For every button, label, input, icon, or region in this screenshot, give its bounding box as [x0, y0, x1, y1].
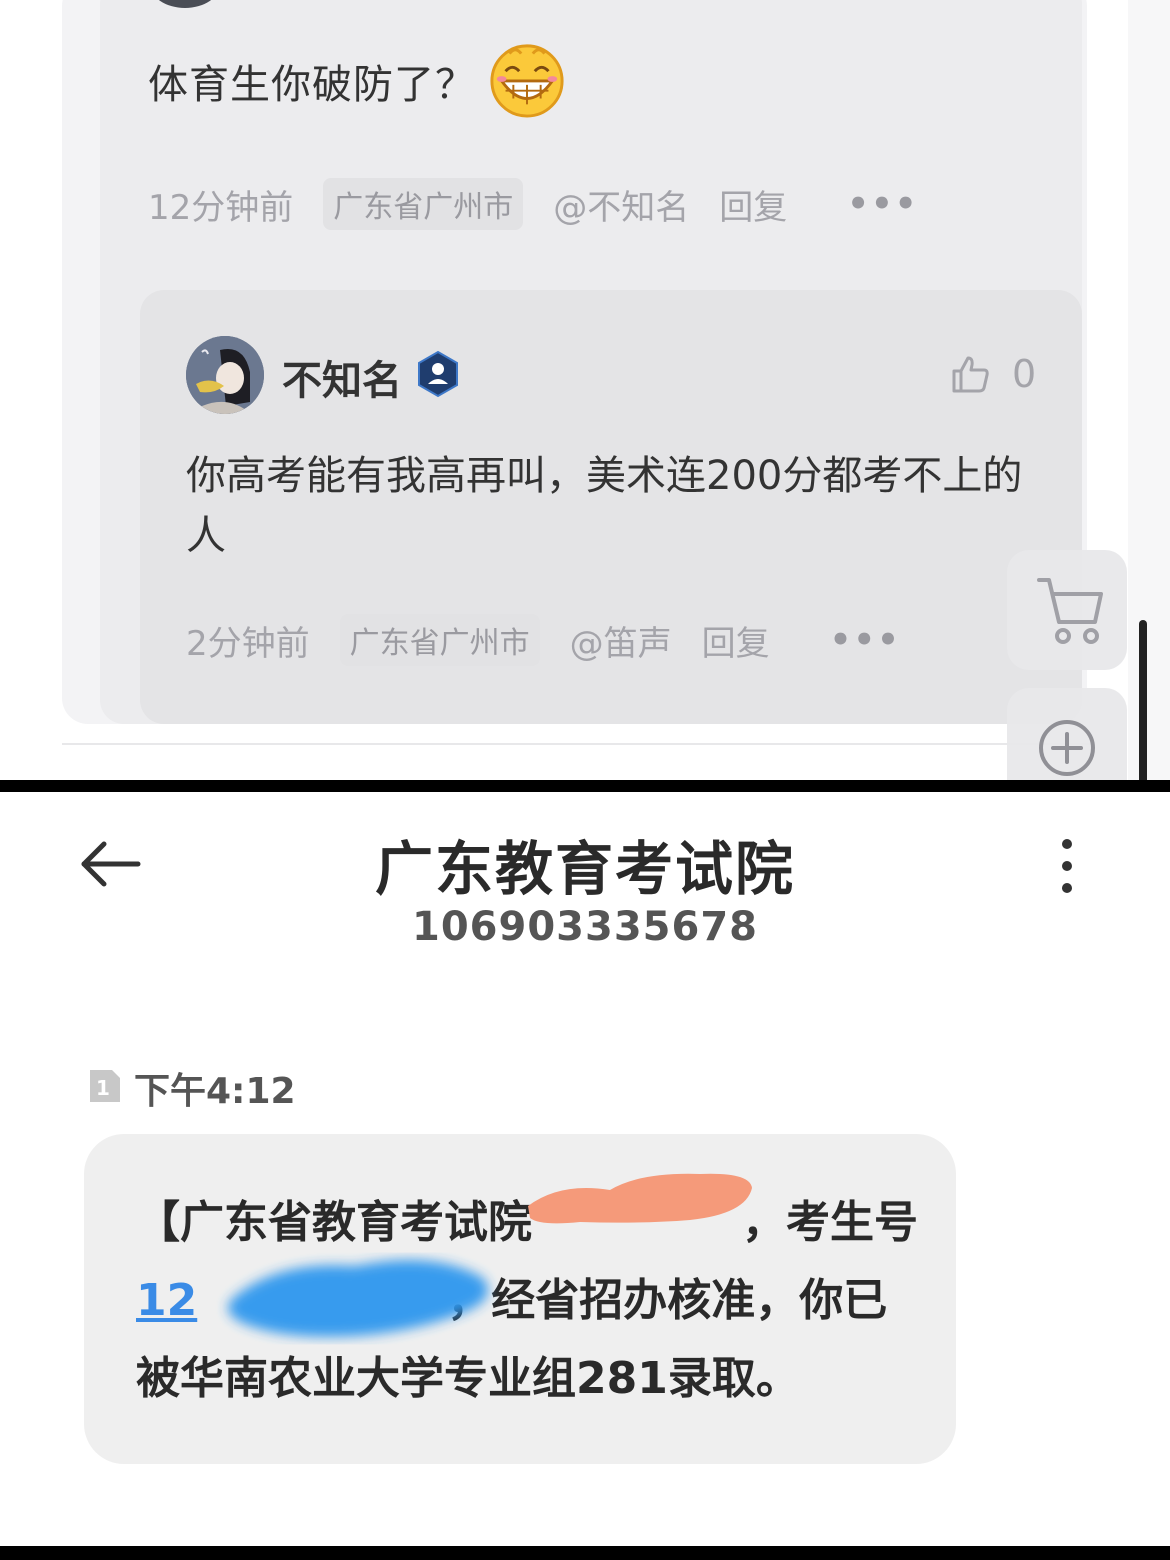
more-vertical-icon[interactable] — [1052, 836, 1082, 896]
comment-text: 体育生你破防了？ — [148, 62, 476, 108]
comment-meta: 12分钟前 广东省广州市 @不知名 回复 ••• — [148, 178, 918, 230]
comment-screenshot: 体育生你破防了？ 12分钟前 广东省广州市 @不知名 回复 ••• 不知名 0 … — [0, 0, 1170, 780]
avatar-illustration-icon — [186, 336, 264, 414]
location-tag: 广东省广州市 — [339, 614, 540, 666]
grin-emoji-icon — [490, 44, 564, 118]
reply-meta: 2分钟前 广东省广州市 @笛声 回复 ••• — [186, 614, 901, 666]
message-text-part: ，考生号 — [742, 1197, 918, 1248]
mention-link[interactable]: @笛声 — [570, 616, 672, 665]
bottom-border — [0, 1546, 1170, 1560]
reply-text: 你高考能有我高再叫，美术连200分都考不上的人 — [186, 453, 1023, 559]
sms-screenshot: 广东教育考试院 106903335678 1 下午4:12 【广东省教育考试院，… — [0, 792, 1170, 1546]
mention-link[interactable]: @不知名 — [553, 180, 689, 229]
sender-number: 106903335678 — [412, 904, 758, 950]
orange-redaction-scribble — [528, 1173, 752, 1224]
page-edge — [1128, 0, 1170, 780]
more-options-icon[interactable]: ••• — [847, 184, 918, 224]
add-button[interactable] — [1007, 688, 1127, 780]
sim-card-icon: 1 — [90, 1070, 120, 1102]
scrollbar[interactable] — [1139, 620, 1147, 780]
sender-name: 广东教育考试院 — [374, 835, 795, 903]
reply-username[interactable]: 不知名 — [282, 348, 402, 406]
reply-button[interactable]: 回复 — [719, 180, 787, 229]
shopping-cart-icon — [1037, 578, 1103, 644]
like-count: 0 — [1012, 352, 1037, 396]
location-tag: 广东省广州市 — [323, 178, 524, 230]
reply-time: 2分钟前 — [186, 623, 310, 664]
comment-time: 12分钟前 — [148, 187, 294, 228]
candidate-number-link[interactable]: 12 — [136, 1275, 197, 1326]
message-time: 下午4:12 — [134, 1071, 296, 1112]
divider — [62, 743, 1092, 745]
separator — [0, 780, 1170, 792]
reply-button[interactable]: 回复 — [702, 616, 770, 665]
thumbs-up-icon[interactable] — [950, 354, 990, 394]
reply-avatar[interactable] — [186, 336, 264, 414]
blue-redaction-scribble — [228, 1260, 489, 1337]
more-options-icon[interactable]: ••• — [830, 620, 901, 660]
cart-button[interactable] — [1007, 550, 1127, 670]
verified-badge-icon — [418, 350, 458, 398]
plus-circle-icon — [1039, 720, 1095, 776]
sim-label: 1 — [96, 1076, 110, 1100]
